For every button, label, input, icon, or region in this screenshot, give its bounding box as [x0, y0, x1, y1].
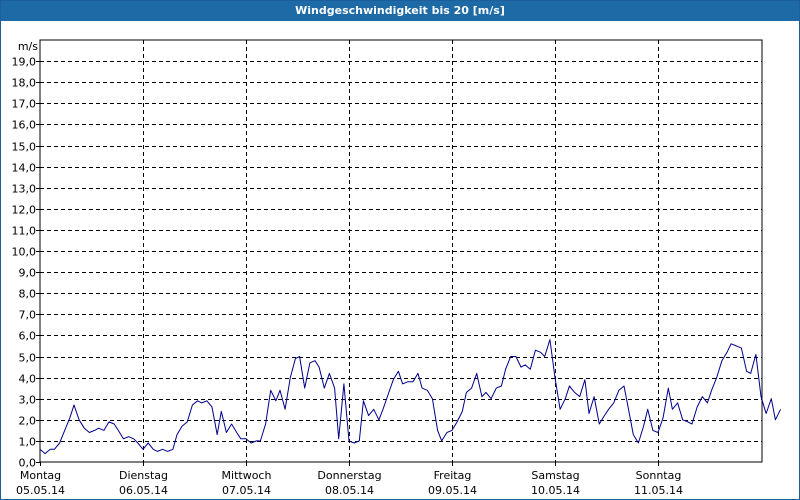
x-tick-date-label: 08.05.14: [325, 484, 374, 497]
wind-speed-chart: 0,0 1,0 2,0 3,0 4,0 5,0 6,0 7,0 8,0 9,0 10,0 11,0 12…: [12, 39, 782, 498]
y-axis-unit-label: m/s: [18, 40, 38, 53]
x-tick-day-label: Montag: [20, 469, 61, 482]
y-tick-label: 0,0: [19, 457, 37, 470]
y-tick-label: 16,0: [12, 119, 37, 132]
tick-labels: 0,0 1,0 2,0 3,0 4,0 5,0 6,0 7,0 8,0 9,0 10,0 11,0 12…: [12, 56, 683, 498]
y-tick-label: 13,0: [12, 183, 37, 196]
y-tick-label: 14,0: [12, 162, 37, 175]
x-tick-day-label: Freitag: [434, 469, 472, 482]
y-tick-label: 2,0: [19, 415, 37, 428]
x-tick-date-label: 06.05.14: [119, 484, 168, 497]
y-tick-label: 6,0: [19, 330, 37, 343]
x-tick-date-label: 10.05.14: [531, 484, 580, 497]
y-tick-label: 5,0: [19, 352, 37, 365]
x-tick-date-label: 07.05.14: [222, 484, 271, 497]
x-tick-day-label: Mittwoch: [222, 469, 272, 482]
x-tick-day-label: Dienstag: [119, 469, 168, 482]
y-tick-label: 15,0: [12, 141, 37, 154]
series-layer: [39, 339, 782, 455]
y-tick-label: 12,0: [12, 204, 37, 217]
y-tick-label: 8,0: [19, 288, 37, 301]
grid: [40, 40, 762, 462]
wind-speed-series-line: [39, 339, 782, 455]
x-tick-day-label: Sonntag: [636, 469, 682, 482]
y-tick-label: 7,0: [19, 309, 37, 322]
x-tick-date-label: 05.05.14: [16, 484, 65, 497]
x-tick-date-label: 09.05.14: [428, 484, 477, 497]
y-tick-label: 17,0: [12, 98, 37, 111]
x-tick-day-label: Donnerstag: [317, 469, 381, 482]
y-tick-label: 18,0: [12, 77, 37, 90]
y-tick-label: 11,0: [12, 225, 37, 238]
y-tick-label: 4,0: [19, 373, 37, 386]
x-tick-day-label: Samstag: [531, 469, 579, 482]
x-tick-date-label: 11.05.14: [634, 484, 683, 497]
y-tick-label: 1,0: [19, 436, 37, 449]
y-tick-label: 9,0: [19, 267, 37, 280]
y-tick-label: 19,0: [12, 56, 37, 69]
y-tick-label: 3,0: [19, 394, 37, 407]
y-tick-label: 10,0: [12, 246, 37, 259]
